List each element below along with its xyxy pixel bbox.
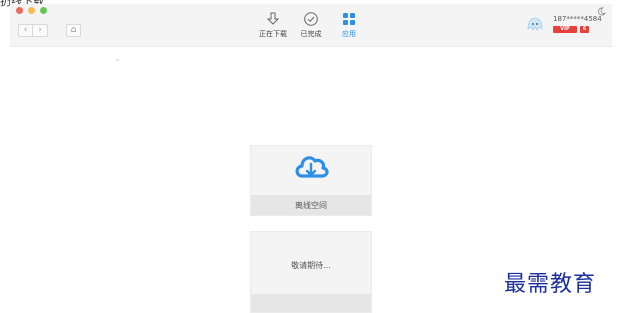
download-arrow-icon — [266, 12, 280, 25]
coming-soon-label: 敬请期待... — [291, 261, 331, 270]
chevron-right-icon: › — [38, 25, 42, 35]
tab-downloading-label: 正在下载 — [259, 30, 287, 38]
back-button[interactable]: ‹ — [18, 24, 33, 37]
offline-space-card[interactable]: 离线空间 — [250, 145, 372, 216]
home-icon: ⌂ — [70, 25, 77, 35]
tab-completed[interactable]: 已完成 — [291, 11, 331, 41]
watermark: 最需教育 — [504, 272, 597, 297]
chevron-left-icon: ‹ — [23, 25, 28, 35]
offline-space-label: 离线空间 — [295, 200, 327, 210]
tab-downloading[interactable]: 正在下载 — [253, 11, 293, 41]
level-badge: 6 — [580, 26, 589, 33]
home-button[interactable]: ⌂ — [66, 24, 81, 37]
moon-icon[interactable] — [597, 7, 606, 16]
title-bar: ‹ › ⌂ 正在下载 已完成 应用 187*****4584 VIP 6 — [10, 4, 612, 47]
maximize-window-button[interactable] — [40, 7, 47, 14]
user-name[interactable]: 187*****4584 — [553, 15, 602, 23]
stray-dot — [116, 59, 119, 61]
coming-soon-footer — [251, 294, 371, 312]
minimize-window-button[interactable] — [28, 7, 35, 14]
cloud-download-icon — [295, 156, 329, 178]
offline-space-footer: 离线空间 — [251, 195, 371, 215]
tab-apps[interactable]: 应用 — [329, 11, 369, 41]
vip-badge: VIP — [553, 26, 577, 33]
tab-apps-label: 应用 — [342, 30, 356, 38]
coming-soon-card: 敬请期待... — [250, 231, 372, 313]
apps-grid-icon — [343, 13, 355, 25]
avatar[interactable] — [525, 15, 545, 35]
forward-button[interactable]: › — [33, 24, 48, 37]
check-circle-icon — [304, 12, 318, 26]
close-window-button[interactable] — [16, 7, 23, 14]
tab-completed-label: 已完成 — [300, 30, 322, 38]
